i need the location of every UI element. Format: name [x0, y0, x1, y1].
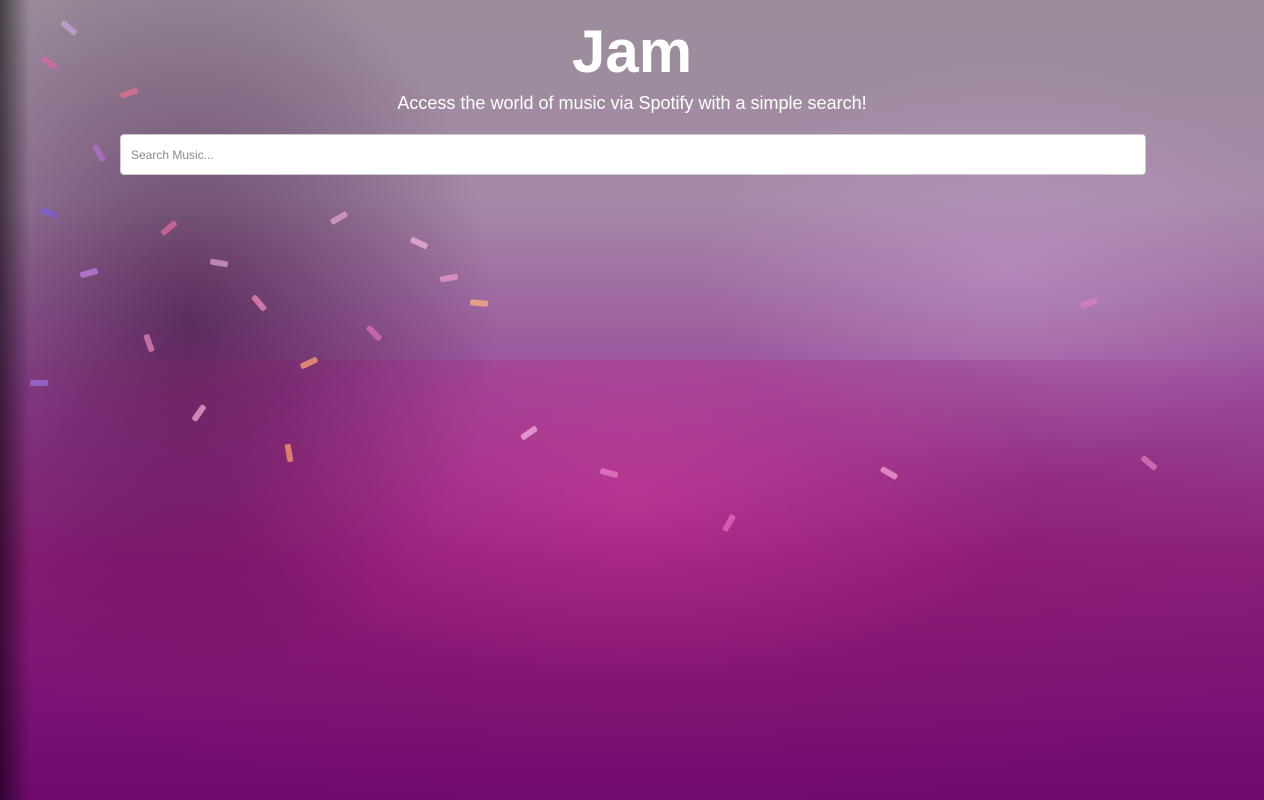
background-edge-left [0, 0, 30, 800]
page-subtitle: Access the world of music via Spotify wi… [397, 93, 867, 113]
page-header: Jam Access the world of music via Spotif… [0, 18, 1264, 114]
background-crowd [0, 360, 1264, 800]
search-input[interactable] [120, 134, 1146, 175]
search-bar [120, 134, 1146, 175]
confetti-piece [30, 380, 48, 386]
background-concert-image [0, 0, 1264, 800]
page-title: Jam [571, 18, 693, 85]
